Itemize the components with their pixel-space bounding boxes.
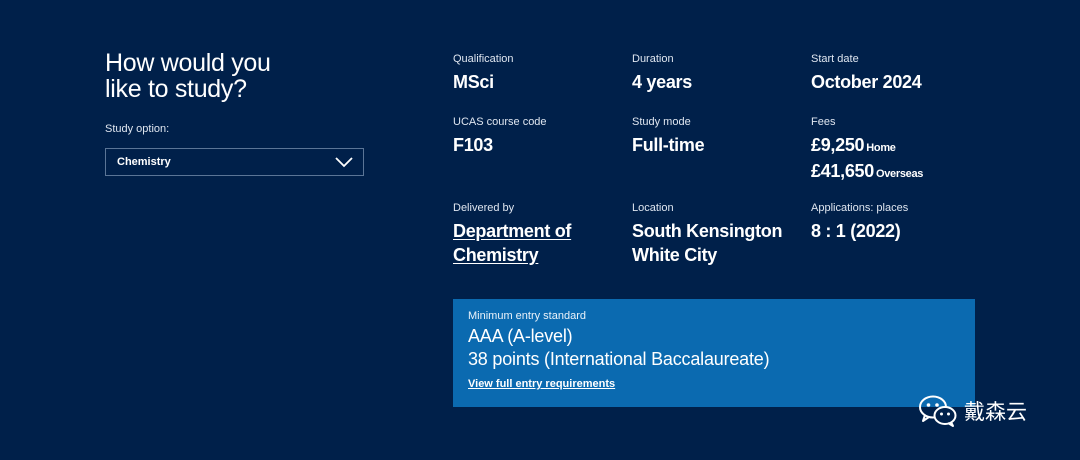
watermark: 戴森云 — [918, 394, 1027, 428]
duration-item: Duration 4 years — [632, 52, 692, 94]
delivered-by-item: Delivered by Department of Chemistry — [453, 201, 571, 267]
delivered-by-label: Delivered by — [453, 202, 515, 214]
study-heading-line2: like to study? — [105, 75, 247, 103]
fee-home-tag: Home — [866, 142, 896, 154]
study-heading: How would you like to study? — [105, 50, 325, 102]
applications-item: Applications: places 8 : 1 (2022) — [811, 201, 908, 243]
fee-overseas-amount: £41,650 — [811, 161, 874, 181]
study-mode-value: Full-time — [632, 135, 705, 155]
wechat-icon — [919, 395, 957, 427]
study-option-label: Study option: — [105, 123, 170, 135]
start-date-value: October 2024 — [811, 72, 922, 92]
chevron-down-icon — [335, 157, 353, 168]
ucas-label: UCAS course code — [453, 116, 547, 128]
entry-a-level: AAA (A-level) — [468, 326, 573, 346]
entry-ib: 38 points (International Baccalaureate) — [468, 349, 770, 369]
entry-standard-box: Minimum entry standard AAA (A-level) 38 … — [453, 299, 975, 407]
location-label: Location — [632, 202, 674, 214]
study-mode-label: Study mode — [632, 116, 691, 128]
ucas-item: UCAS course code F103 — [453, 115, 547, 157]
fee-home: £9,250 Home — [811, 134, 923, 160]
fee-overseas: £41,650 Overseas — [811, 160, 923, 186]
start-date-item: Start date October 2024 — [811, 52, 922, 94]
ucas-value: F103 — [453, 135, 493, 155]
study-mode-item: Study mode Full-time — [632, 115, 705, 157]
study-option-value: Chemistry — [117, 156, 171, 168]
fees-item: Fees £9,250 Home £41,650 Overseas — [811, 115, 923, 186]
watermark-text: 戴森云 — [964, 400, 1027, 424]
applications-value: 8 : 1 (2022) — [811, 221, 901, 241]
department-link[interactable]: Department of Chemistry — [453, 221, 571, 265]
location-line1: South Kensington — [632, 221, 783, 241]
qualification-label: Qualification — [453, 53, 514, 65]
location-item: Location South Kensington White City — [632, 201, 782, 267]
fee-overseas-tag: Overseas — [875, 168, 924, 180]
view-entry-requirements-link[interactable]: View full entry requirements — [468, 378, 615, 390]
fees-label: Fees — [811, 116, 836, 128]
study-heading-line1: How would you — [105, 49, 271, 77]
fee-home-amount: £9,250 — [811, 135, 865, 155]
department-link-line2: Chemistry — [453, 245, 539, 265]
entry-standard-label: Minimum entry standard — [468, 310, 586, 322]
start-date-label: Start date — [811, 53, 859, 65]
delivered-by-value: Department of Chemistry — [453, 219, 571, 267]
qualification-item: Qualification MSci — [453, 52, 514, 94]
applications-label: Applications: places — [811, 202, 909, 214]
duration-value: 4 years — [632, 72, 692, 92]
location-line2: White City — [632, 245, 717, 265]
qualification-value: MSci — [453, 72, 494, 92]
location-value: South Kensington White City — [632, 219, 782, 267]
study-option-select[interactable]: Chemistry — [105, 148, 364, 176]
department-link-line1: Department of — [453, 221, 572, 241]
duration-label: Duration — [632, 53, 674, 65]
